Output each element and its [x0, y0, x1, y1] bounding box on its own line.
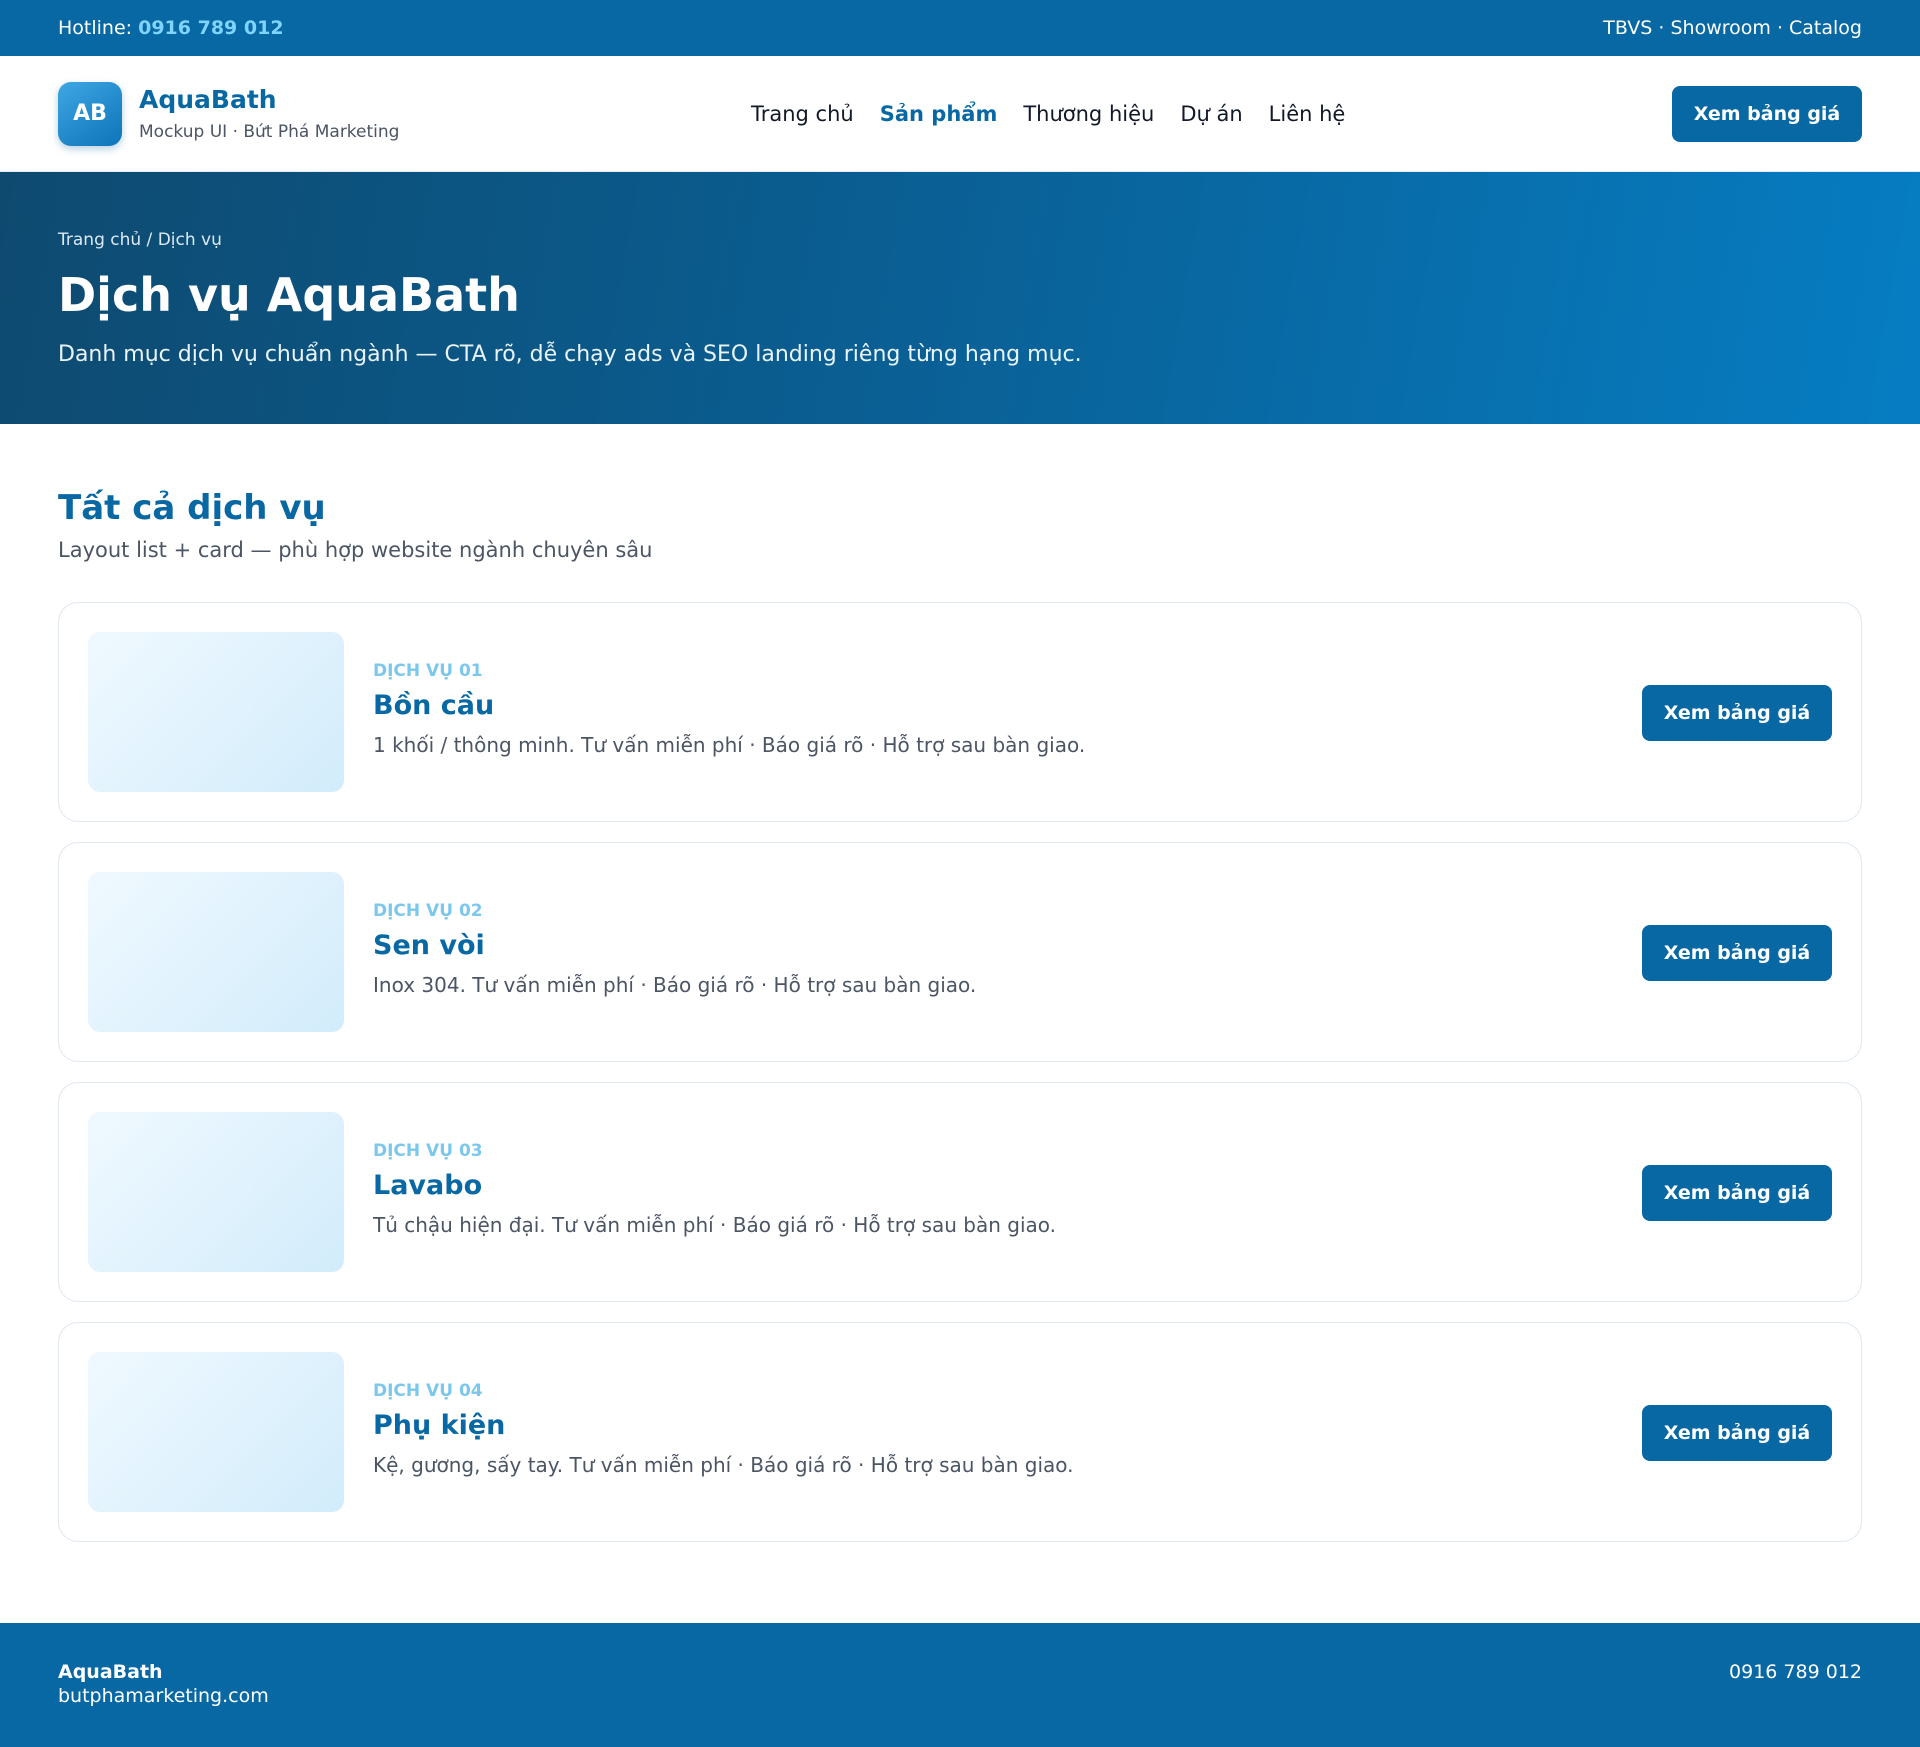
service-title[interactable]: Sen vòi — [373, 930, 485, 961]
page-title: Dịch vụ AquaBath — [58, 268, 520, 322]
service-price-button[interactable]: Xem bảng giá — [1642, 685, 1832, 741]
service-description: Inox 304. Tư vấn miễn phí · Báo giá rõ ·… — [373, 973, 977, 997]
top-bar: Hotline: 0916 789 012 TBVS · Showroom · … — [0, 0, 1920, 56]
site-header: AB AquaBath Mockup UI · Bứt Phá Marketin… — [0, 56, 1920, 172]
service-thumbnail — [88, 1112, 344, 1272]
service-price-button[interactable]: Xem bảng giá — [1642, 1405, 1832, 1461]
service-title[interactable]: Lavabo — [373, 1170, 482, 1201]
header-price-button[interactable]: Xem bảng giá — [1672, 86, 1862, 142]
main-nav: Trang chủ Sản phẩm Thương hiệu Dự án Liê… — [751, 56, 1345, 172]
site-footer: AquaBath butphamarketing.com 0916 789 01… — [0, 1623, 1920, 1747]
breadcrumb[interactable]: Trang chủ / Dịch vụ — [58, 230, 222, 250]
hotline-label: Hotline: — [58, 17, 133, 39]
service-card-3: DỊCH VỤ 03 Lavabo Tủ chậu hiện đại. Tư v… — [58, 1082, 1862, 1302]
service-description: Tủ chậu hiện đại. Tư vấn miễn phí · Báo … — [373, 1213, 1057, 1237]
nav-item-contact[interactable]: Liên hệ — [1269, 102, 1346, 126]
service-title[interactable]: Bồn cầu — [373, 690, 494, 721]
service-description: 1 khối / thông minh. Tư vấn miễn phí · B… — [373, 733, 1086, 757]
footer-website-link[interactable]: butphamarketing.com — [58, 1685, 269, 1707]
nav-item-products[interactable]: Sản phẩm — [880, 102, 998, 126]
hotline-number-link[interactable]: 0916 789 012 — [138, 17, 283, 39]
service-thumbnail — [88, 632, 344, 792]
service-title[interactable]: Phụ kiện — [373, 1410, 505, 1441]
footer-phone-link[interactable]: 0916 789 012 — [1729, 1661, 1862, 1683]
service-tag: DỊCH VỤ 02 — [373, 901, 483, 921]
service-card-2: DỊCH VỤ 02 Sen vòi Inox 304. Tư vấn miễn… — [58, 842, 1862, 1062]
service-tag: DỊCH VỤ 03 — [373, 1141, 483, 1161]
nav-item-home[interactable]: Trang chủ — [751, 102, 854, 126]
service-price-button[interactable]: Xem bảng giá — [1642, 925, 1832, 981]
service-card-4: DỊCH VỤ 04 Phụ kiện Kệ, gương, sấy tay. … — [58, 1322, 1862, 1542]
nav-item-projects[interactable]: Dự án — [1180, 102, 1242, 126]
hotline: Hotline: 0916 789 012 — [58, 17, 284, 39]
top-links[interactable]: TBVS · Showroom · Catalog — [1603, 17, 1862, 39]
services-section: Tất cả dịch vụ Layout list + card — phù … — [0, 424, 1920, 1622]
nav-item-brands[interactable]: Thương hiệu — [1023, 102, 1154, 126]
logo-icon[interactable]: AB — [58, 81, 122, 146]
service-price-button[interactable]: Xem bảng giá — [1642, 1165, 1832, 1221]
service-tag: DỊCH VỤ 01 — [373, 661, 483, 681]
brand-subtitle: Mockup UI · Bứt Phá Marketing — [139, 122, 400, 142]
service-card-1: DỊCH VỤ 01 Bồn cầu 1 khối / thông minh. … — [58, 602, 1862, 822]
hero-description: Danh mục dịch vụ chuẩn ngành — CTA rõ, d… — [58, 342, 1082, 367]
footer-brand: AquaBath — [58, 1661, 163, 1683]
section-title: Tất cả dịch vụ — [58, 488, 326, 528]
brand-name[interactable]: AquaBath — [139, 85, 399, 114]
hero-banner: Trang chủ / Dịch vụ Dịch vụ AquaBath Dan… — [0, 172, 1920, 424]
service-thumbnail — [88, 872, 344, 1032]
section-subtitle: Layout list + card — phù hợp website ngà… — [58, 538, 653, 562]
service-thumbnail — [88, 1352, 344, 1512]
brand: AquaBath Mockup UI · Bứt Phá Marketing — [139, 85, 399, 142]
service-description: Kệ, gương, sấy tay. Tư vấn miễn phí · Bá… — [373, 1453, 1074, 1477]
service-tag: DỊCH VỤ 04 — [373, 1381, 483, 1401]
